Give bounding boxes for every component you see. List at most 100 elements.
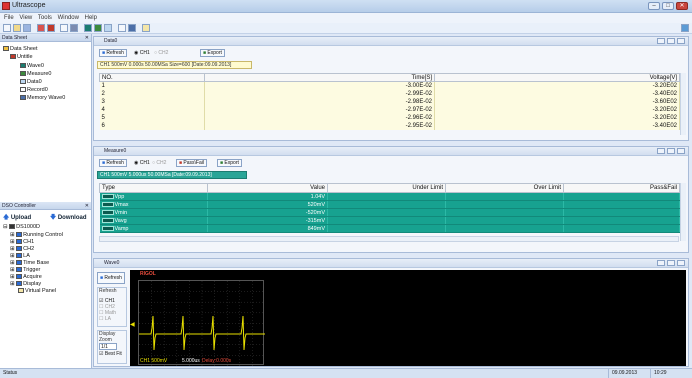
open-icon[interactable] xyxy=(13,24,21,32)
minimize-icon[interactable] xyxy=(657,38,665,44)
ch2-radio[interactable]: ○ CH2 xyxy=(152,159,166,167)
table-row[interactable]: Vmax 520mV xyxy=(99,200,680,209)
column-header-over-limit[interactable]: Over Limit xyxy=(445,183,564,193)
help-icon[interactable] xyxy=(681,24,689,32)
tree-item-la[interactable]: ⊞ LA xyxy=(10,253,30,259)
record-icon[interactable] xyxy=(118,24,126,32)
single-icon[interactable] xyxy=(60,24,68,32)
stop-icon[interactable] xyxy=(47,24,55,32)
virtual-panel-icon xyxy=(18,288,24,294)
close-icon[interactable]: ✕ xyxy=(85,202,89,210)
diamond-icon xyxy=(16,274,23,280)
tree-item-running-control[interactable]: ⊞ Running Control xyxy=(10,232,63,238)
diamond-icon xyxy=(16,260,23,266)
measure-empty-cell xyxy=(327,208,446,217)
new-icon[interactable] xyxy=(3,24,11,32)
close-icon[interactable] xyxy=(677,38,685,44)
memory-icon[interactable] xyxy=(128,24,136,32)
refresh-button[interactable]: ■ Refresh xyxy=(97,272,125,284)
ch2-radio[interactable]: ○ CH2 xyxy=(154,49,168,57)
minimize-icon[interactable] xyxy=(657,148,665,154)
table-row[interactable]: Vpp 1.04V xyxy=(99,192,680,201)
tree-item-virtual-panel[interactable]: Virtual Panel xyxy=(18,288,56,294)
maximize-button[interactable]: □ xyxy=(662,2,674,10)
signal-icon xyxy=(101,201,114,207)
menu-tools[interactable]: Tools xyxy=(38,13,52,23)
ch1-radio[interactable]: ◉ CH1 xyxy=(134,159,150,167)
table-row[interactable]: 5 -2.96E-02 -3.20E02 xyxy=(99,113,680,122)
measure-empty-cell xyxy=(327,216,446,225)
measure-icon[interactable] xyxy=(94,24,102,32)
column-header-pass-fail[interactable]: Pass&Fail xyxy=(563,183,680,193)
scope-display[interactable]: ◀ RIGOL CH1 500mV 5.000us Delay:0.000s xyxy=(130,270,686,366)
run-icon[interactable] xyxy=(37,24,45,32)
measure-type-cell: Vmin xyxy=(99,208,208,217)
tree-item-trigger[interactable]: ⊞ Trigger xyxy=(10,267,40,273)
table-row[interactable]: Vavg -315mV xyxy=(99,216,680,225)
minimize-button[interactable]: – xyxy=(648,2,660,10)
menu-view[interactable]: View xyxy=(19,13,32,23)
restore-icon[interactable] xyxy=(667,260,675,266)
tree-item-measure0[interactable]: Measure0 xyxy=(20,71,51,77)
ch1-radio[interactable]: ◉ CH1 xyxy=(134,49,150,57)
export-button[interactable]: ■ Export xyxy=(217,159,242,167)
menu-help[interactable]: Help xyxy=(85,13,97,23)
data-icon[interactable] xyxy=(104,24,112,32)
column-header-time[interactable]: Time[S] xyxy=(204,73,435,82)
refresh-button[interactable]: ■ Refresh xyxy=(99,159,127,167)
column-header-no[interactable]: NO. xyxy=(99,73,205,82)
tree-item-ch2[interactable]: ⊞ CH2 xyxy=(10,246,34,252)
measure0-hscrollbar[interactable] xyxy=(99,236,679,242)
measure-value-cell: -315mV xyxy=(207,216,328,225)
tree-item-data-sheet[interactable]: Data Sheet xyxy=(3,46,38,52)
best-fit-checkbox[interactable]: ☑ Best Fit xyxy=(98,351,126,357)
data0-scrollbar[interactable] xyxy=(680,73,686,135)
tree-item-wave0[interactable]: Wave0 xyxy=(20,63,44,69)
tree-item-memory-wave0[interactable]: Memory Wave0 xyxy=(20,95,65,101)
restore-icon[interactable] xyxy=(667,148,675,154)
close-icon[interactable] xyxy=(677,148,685,154)
tree-item-ds1000d[interactable]: ⊟ DS1000D xyxy=(3,224,40,230)
table-row[interactable]: Vmin -520mV xyxy=(99,208,680,217)
wave-icon[interactable] xyxy=(84,24,92,32)
table-cell: -2.95E-02 xyxy=(204,121,435,130)
table-row[interactable]: 2 -2.99E-02 -3.40E02 xyxy=(99,89,680,98)
close-icon[interactable]: ✕ xyxy=(85,34,89,42)
settings-icon[interactable] xyxy=(70,24,78,32)
tree-item-untitle[interactable]: Untitle xyxy=(10,54,33,60)
table-row[interactable]: Vamp 849mV xyxy=(99,224,680,233)
la-checkbox[interactable]: ☐ LA xyxy=(98,316,126,322)
table-row[interactable]: 6 -2.95E-02 -3.40E02 xyxy=(99,121,680,130)
menu-window[interactable]: Window xyxy=(58,13,79,23)
close-icon[interactable] xyxy=(677,260,685,266)
table-row[interactable]: 4 -2.97E-02 -3.20E02 xyxy=(99,105,680,114)
table-row[interactable]: 3 -2.98E-02 -3.60E02 xyxy=(99,97,680,106)
minimize-icon[interactable] xyxy=(657,260,665,266)
measure-value-cell: 520mV xyxy=(207,200,328,209)
column-header-value[interactable]: Value xyxy=(207,183,328,193)
save-icon[interactable] xyxy=(23,24,31,32)
restore-icon[interactable] xyxy=(667,38,675,44)
column-header-voltage[interactable]: Voltage[V] xyxy=(434,73,680,82)
close-button[interactable]: ✕ xyxy=(676,2,688,10)
tree-item-display[interactable]: ⊞ Display xyxy=(10,281,41,287)
diamond-icon xyxy=(16,232,23,238)
tree-item-time-base[interactable]: ⊞ Time Base xyxy=(10,260,49,266)
tree-item-data0[interactable]: Data0 xyxy=(20,79,42,85)
virtual-panel-icon[interactable] xyxy=(142,24,150,32)
table-row[interactable]: 1 -3.00E-02 -3.20E02 xyxy=(99,81,680,90)
pass-fail-button[interactable]: ■ Pass\Fail xyxy=(176,159,207,167)
tree-item-acquire[interactable]: ⊞ Acquire xyxy=(10,274,42,280)
status-text: Status xyxy=(3,370,18,376)
tree-item-record0[interactable]: Record0 xyxy=(20,87,48,93)
refresh-button[interactable]: ■ Refresh xyxy=(99,49,127,57)
export-button[interactable]: ■ Export xyxy=(200,49,225,57)
column-header-under-limit[interactable]: Under Limit xyxy=(327,183,446,193)
tree-item-ch1[interactable]: ⊞ CH1 xyxy=(10,239,34,245)
measure0-scrollbar[interactable] xyxy=(680,183,686,241)
menu-file[interactable]: File xyxy=(4,13,14,23)
column-header-type[interactable]: Type xyxy=(99,183,208,193)
measure-empty-cell xyxy=(445,224,564,233)
zoom-select[interactable]: 1/1 xyxy=(99,343,117,350)
dso-controller-panel: DSO Controller ✕ 🡅 Upload 🡇 Download ⊟ DS… xyxy=(0,202,92,368)
